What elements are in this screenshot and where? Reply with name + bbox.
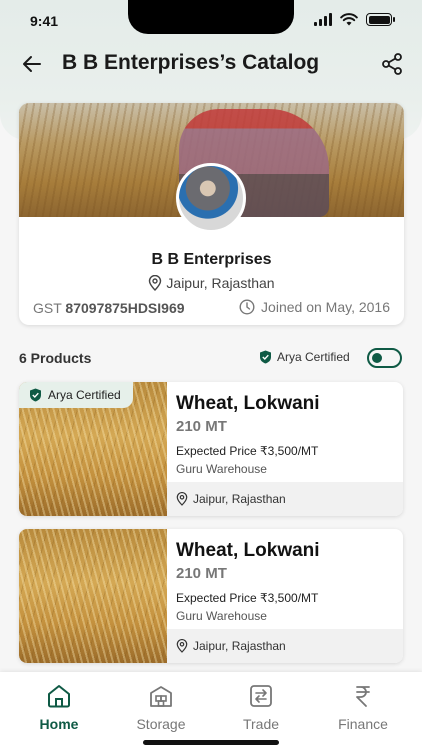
arya-certified-badge: Arya Certified [19, 382, 133, 408]
nav-storage[interactable]: Storage [111, 682, 211, 732]
nav-home-label: Home [39, 716, 79, 732]
home-indicator [143, 740, 279, 745]
rupee-icon [356, 686, 370, 707]
nav-home[interactable]: Home [9, 682, 109, 732]
company-name: B B Enterprises [151, 251, 272, 268]
joined-text: Joined on May, 2016 [261, 299, 390, 315]
status-icons [314, 13, 395, 26]
products-count: 6 Products [19, 350, 92, 366]
shield-check-icon [260, 350, 271, 364]
product-price: Expected Price ₹3,500/MT [176, 444, 319, 458]
nav-trade-label: Trade [242, 716, 280, 732]
page-title: B B Enterprises’s Catalog [62, 51, 320, 74]
product-name: Wheat, Lokwani [176, 540, 320, 561]
battery-icon [366, 13, 395, 26]
location-pin-icon [149, 275, 162, 291]
signal-icon [314, 13, 332, 26]
arya-certified-toggle[interactable] [367, 348, 402, 368]
gst-info: GST 87097875HDSI969 [33, 300, 185, 316]
product-name: Wheat, Lokwani [176, 393, 320, 414]
product-location: Jaipur, Rajasthan [167, 482, 403, 516]
product-location: Jaipur, Rajasthan [167, 629, 403, 663]
badge-text: Arya Certified [48, 388, 121, 402]
product-quantity: 210 MT [176, 418, 227, 435]
status-time: 9:41 [30, 13, 59, 29]
product-location-text: Jaipur, Rajasthan [193, 492, 286, 506]
nav-trade[interactable]: Trade [211, 682, 311, 732]
joined-info: Joined on May, 2016 [239, 299, 390, 315]
device-notch [128, 0, 294, 34]
toggle-knob [372, 353, 382, 363]
trade-icon [250, 685, 272, 707]
share-icon [382, 53, 402, 75]
arya-certified-filter-label: Arya Certified [259, 350, 350, 364]
bottom-navigation: Home Storage Trade Finance [0, 672, 422, 750]
location-pin-icon [176, 492, 188, 506]
product-image [19, 529, 167, 663]
company-location: Jaipur, Rajasthan [19, 275, 404, 291]
share-button[interactable] [380, 52, 404, 76]
home-icon [48, 685, 70, 708]
location-pin-icon [176, 639, 188, 653]
shield-check-icon [30, 388, 41, 402]
avatar [176, 163, 246, 233]
nav-storage-label: Storage [136, 716, 186, 732]
app-header: B B Enterprises’s Catalog [0, 44, 422, 84]
product-price: Expected Price ₹3,500/MT [176, 591, 319, 605]
nav-finance[interactable]: Finance [313, 682, 413, 732]
clock-icon [239, 299, 255, 315]
product-warehouse: Guru Warehouse [176, 609, 267, 623]
wifi-icon [340, 13, 358, 26]
seller-profile-card: B B Enterprises Jaipur, Rajasthan GST 87… [19, 103, 404, 325]
product-warehouse: Guru Warehouse [176, 462, 267, 476]
product-card[interactable]: Wheat, Lokwani 210 MT Expected Price ₹3,… [19, 529, 403, 663]
arrow-left-icon [23, 56, 41, 72]
gst-label: GST [33, 300, 62, 316]
product-image: Arya Certified [19, 382, 167, 516]
company-location-text: Jaipur, Rajasthan [166, 275, 275, 291]
status-bar: 9:41 [0, 0, 422, 44]
arya-filter-text: Arya Certified [277, 350, 350, 364]
back-button[interactable] [20, 52, 44, 76]
nav-finance-label: Finance [338, 716, 388, 732]
gst-number: 87097875HDSI969 [65, 300, 185, 316]
product-card[interactable]: Arya Certified Wheat, Lokwani 210 MT Exp… [19, 382, 403, 516]
product-quantity: 210 MT [176, 565, 227, 582]
product-location-text: Jaipur, Rajasthan [193, 639, 286, 653]
storage-icon [150, 686, 172, 707]
